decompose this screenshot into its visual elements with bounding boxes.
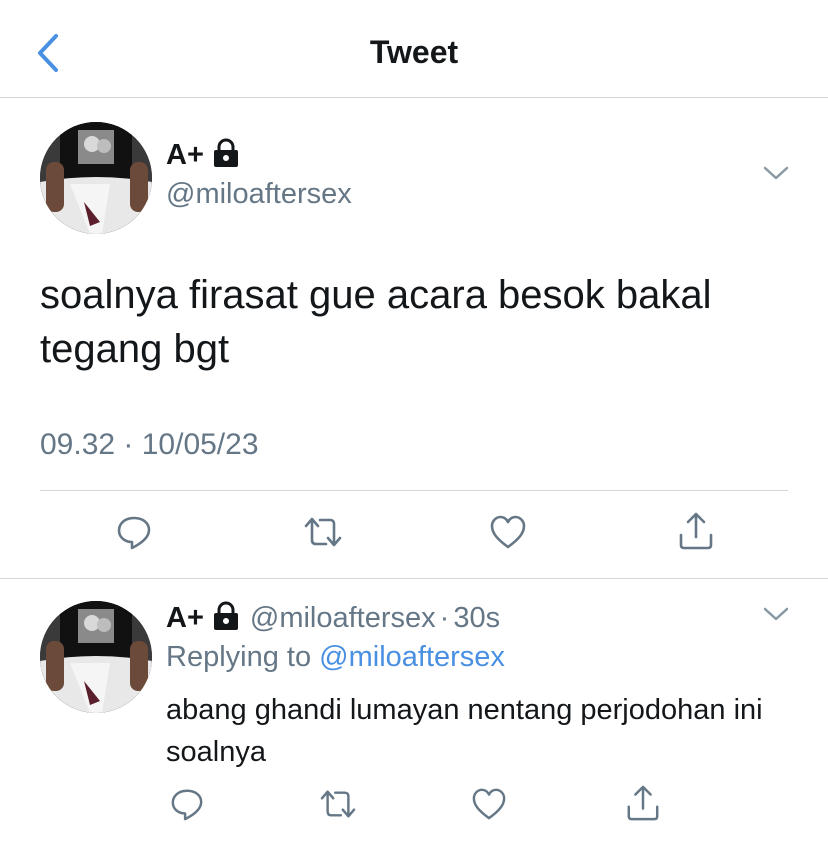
chevron-down-icon [763,607,789,621]
share-button[interactable] [624,783,662,823]
share-icon [679,512,713,550]
chevron-down-icon [763,166,789,180]
reply-button[interactable] [114,512,154,552]
author-name-row: A+ [166,138,240,173]
reply-author-row: A+ @miloaftersex · 30s [166,601,500,636]
tweet-text: abang ghandi lumayan nentang perjodohan … [166,694,763,768]
more-options-button[interactable] [762,164,790,187]
more-options-button[interactable] [762,605,790,628]
replying-to-mention[interactable]: @miloaftersex [319,641,505,673]
share-icon [627,785,659,821]
reply-icon [171,789,203,821]
replying-to-line: Replying to @miloaftersex [166,641,505,674]
main-tweet: A+ @miloaftersex soalnya firasat gue aca… [0,98,828,579]
share-button[interactable] [676,510,716,552]
display-name[interactable]: A+ [166,139,204,172]
tweet-text: soalnya firasat gue acara besok bakal te… [40,273,712,371]
author-handle[interactable]: @miloaftersex [250,602,436,635]
separator-dot: · [439,602,450,634]
reply-icon [117,516,151,550]
retweet-button[interactable] [300,512,346,552]
replying-to-label: Replying to [166,641,312,673]
tweet-timestamp: 09.32 · 10/05/23 [40,428,259,461]
lock-icon [212,601,240,636]
top-nav-bar: Tweet [0,0,828,98]
retweet-button[interactable] [316,785,360,823]
page-title: Tweet [369,34,459,70]
avatar[interactable] [40,122,152,234]
avatar[interactable] [40,601,152,713]
reply-tweet[interactable]: A+ @miloaftersex · 30s Replying to @milo… [0,579,828,841]
relative-time: 30s [453,602,501,634]
like-button[interactable] [470,785,508,823]
reply-button[interactable] [168,785,206,823]
like-icon [472,788,506,820]
display-name[interactable]: A+ [166,602,204,635]
like-button[interactable] [488,512,528,552]
lock-icon [212,138,240,173]
divider [40,490,788,491]
author-handle[interactable]: @miloaftersex [166,178,352,211]
retweet-icon [304,517,342,547]
like-icon [490,515,526,549]
retweet-icon [320,790,356,818]
